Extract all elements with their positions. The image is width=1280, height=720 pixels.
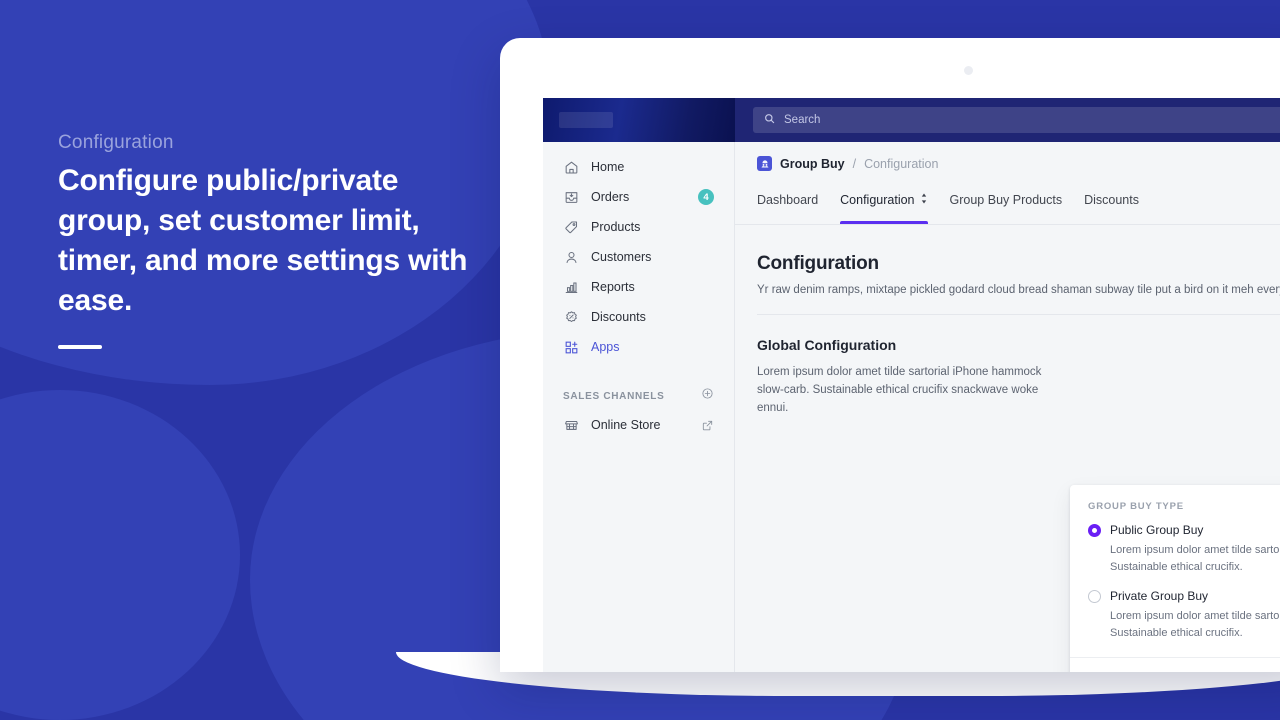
tab-group-buy-products[interactable]: Group Buy Products bbox=[950, 185, 1063, 224]
tab-bar: Dashboard Configuration Group Buy Produc… bbox=[735, 185, 1280, 225]
sidebar: Home Orders 4 Products Customers Reports… bbox=[543, 142, 735, 672]
tab-discounts[interactable]: Discounts bbox=[1084, 185, 1139, 224]
apps-icon bbox=[563, 339, 579, 355]
promo-headline: Configure public/private group, set cust… bbox=[58, 164, 468, 317]
content-area: Group Buy / Configuration Dashboard Conf… bbox=[735, 142, 1280, 672]
group-buy-type-section: GROUP BUY TYPE Public Group Buy Lorem ip… bbox=[1070, 485, 1280, 657]
radio-public-group-buy[interactable]: Public Group Buy bbox=[1088, 523, 1280, 537]
section-title: Global Configuration bbox=[757, 337, 897, 353]
webcam-dot-icon bbox=[964, 66, 973, 75]
option-title: Private Group Buy bbox=[1110, 589, 1209, 603]
search-icon bbox=[764, 111, 775, 129]
store-icon bbox=[563, 417, 579, 433]
option-description: Lorem ipsum dolor amet tilde sartorial i… bbox=[1110, 544, 1280, 573]
orders-badge: 4 bbox=[698, 189, 714, 205]
tab-label: Discounts bbox=[1084, 193, 1139, 207]
laptop-screen: Search Home Orders 4 Products Customers … bbox=[500, 38, 1280, 672]
plus-circle-icon[interactable] bbox=[701, 387, 714, 405]
background-blob-left bbox=[0, 390, 240, 720]
home-icon bbox=[563, 159, 579, 175]
sidebar-item-label: Customers bbox=[591, 250, 652, 264]
option-private-group-buy: Private Group Buy Lorem ipsum dolor amet… bbox=[1088, 589, 1280, 642]
breadcrumb-app[interactable]: Group Buy bbox=[780, 157, 845, 171]
sidebar-item-home[interactable]: Home bbox=[549, 154, 728, 180]
app-logo-icon bbox=[559, 112, 613, 128]
sidebar-item-orders[interactable]: Orders 4 bbox=[549, 184, 728, 210]
tab-label: Configuration bbox=[840, 193, 915, 207]
section-description: Lorem ipsum dolor amet tilde sartorial i… bbox=[757, 366, 1042, 414]
sidebar-item-online-store[interactable]: Online Store bbox=[549, 412, 728, 438]
group-buy-app-icon bbox=[757, 156, 772, 171]
admin-app: Search Home Orders 4 Products Customers … bbox=[543, 98, 1280, 672]
sidebar-item-label: Products bbox=[591, 220, 641, 234]
sidebar-item-discounts[interactable]: Discounts bbox=[549, 304, 728, 330]
breadcrumb-page: Configuration bbox=[864, 156, 939, 171]
search-placeholder: Search bbox=[784, 114, 821, 126]
breadcrumb-separator: / bbox=[852, 156, 857, 171]
sidebar-item-apps[interactable]: Apps bbox=[549, 334, 728, 360]
option-public-group-buy: Public Group Buy Lorem ipsum dolor amet … bbox=[1088, 523, 1280, 576]
sidebar-item-label: Orders bbox=[591, 190, 630, 204]
orders-icon bbox=[563, 189, 579, 205]
search-input[interactable]: Search bbox=[753, 107, 1280, 133]
tab-label: Group Buy Products bbox=[949, 193, 1063, 207]
option-description: Lorem ipsum dolor amet tilde sartorial i… bbox=[1110, 610, 1280, 639]
promo-rule bbox=[58, 345, 102, 349]
group-buy-type-label: GROUP BUY TYPE bbox=[1088, 501, 1184, 512]
products-icon bbox=[563, 219, 579, 235]
promo-copy: Configuration Configure public/private g… bbox=[58, 132, 478, 349]
option-title: Public Group Buy bbox=[1110, 523, 1204, 537]
app-topbar: Search bbox=[543, 98, 1280, 142]
reports-icon bbox=[563, 279, 579, 295]
sidebar-item-label: Online Store bbox=[591, 418, 661, 432]
radio-unselected-icon bbox=[1088, 589, 1101, 603]
customers-icon bbox=[563, 249, 579, 265]
sort-arrows-icon[interactable] bbox=[920, 191, 928, 209]
radio-selected-icon bbox=[1088, 523, 1101, 537]
sidebar-item-products[interactable]: Products bbox=[549, 214, 728, 240]
tab-label: Dashboard bbox=[757, 193, 819, 207]
sidebar-item-label: Home bbox=[591, 160, 625, 174]
topbar-right: Search bbox=[735, 98, 1280, 142]
cancellation-section: CANCELLATION Automatic Cancellation afte… bbox=[1070, 657, 1280, 672]
promo-eyebrow: Configuration bbox=[58, 132, 174, 153]
tab-configuration[interactable]: Configuration bbox=[840, 185, 928, 224]
sidebar-item-label: Discounts bbox=[591, 310, 646, 324]
configuration-card: GROUP BUY TYPE Public Group Buy Lorem ip… bbox=[1070, 485, 1280, 672]
sales-channels-heading: SALES CHANNELS bbox=[549, 386, 728, 406]
sidebar-item-reports[interactable]: Reports bbox=[549, 274, 728, 300]
global-configuration-section: Global Configuration Lorem ipsum dolor a… bbox=[735, 315, 1280, 417]
sidebar-item-label: Reports bbox=[591, 280, 635, 294]
breadcrumb: Group Buy / Configuration bbox=[735, 142, 1280, 185]
tab-dashboard[interactable]: Dashboard bbox=[757, 185, 818, 224]
sidebar-item-label: Apps bbox=[591, 340, 620, 354]
app-logo-slot[interactable] bbox=[543, 98, 735, 142]
page-header: Configuration Yr raw denim ramps, mixtap… bbox=[735, 225, 1280, 296]
section-description-column: Global Configuration Lorem ipsum dolor a… bbox=[757, 337, 1047, 417]
external-link-icon[interactable] bbox=[701, 417, 714, 433]
sales-channels-label: SALES CHANNELS bbox=[563, 390, 665, 402]
page-subtitle: Yr raw denim ramps, mixtape pickled goda… bbox=[757, 284, 1280, 296]
page-title: Configuration bbox=[757, 253, 879, 274]
sidebar-item-customers[interactable]: Customers bbox=[549, 244, 728, 270]
discounts-icon bbox=[563, 309, 579, 325]
radio-private-group-buy[interactable]: Private Group Buy bbox=[1088, 589, 1280, 603]
